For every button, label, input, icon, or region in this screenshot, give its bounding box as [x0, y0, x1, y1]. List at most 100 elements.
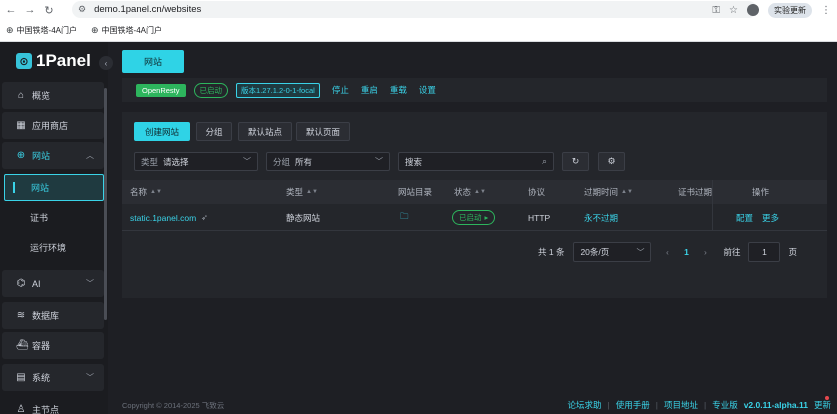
forum-link[interactable]: 论坛求助 [567, 399, 601, 411]
chevron-down-icon: ﹀ [636, 247, 645, 257]
play-icon: ▸ [484, 213, 489, 222]
key-icon[interactable]: ⚿ [712, 5, 720, 16]
app-logo: ⊙ 1Panel [16, 50, 91, 72]
running-toggle[interactable]: 已启动 ▸ [452, 210, 496, 225]
menu-icon[interactable]: ⋮ [821, 5, 831, 16]
website-type: 静态网站 [286, 212, 321, 223]
address-bar[interactable]: ⚙ demo.1panel.cn/websites [72, 1, 757, 18]
version-badge: 版本1.27.1.2-0-1-focal [236, 82, 320, 98]
next-page-icon[interactable]: › [695, 247, 715, 257]
bookmark-item[interactable]: ⊕ 中国铁塔-4A门户 [91, 25, 162, 36]
database-icon: ≋ [16, 310, 26, 321]
chevron-down-icon: ﹀ [243, 157, 251, 166]
sidebar: ⊙ 1Panel ⌂ 概览 ▦ 应用商店 ⊕ 网站 ︿ 网站 证书 运行环境 ⌬… [0, 42, 108, 414]
expire-link[interactable]: 永不过期 [584, 204, 618, 231]
page-size-select[interactable]: 20条/页 ﹀ [573, 242, 652, 262]
page-suffix: 页 [788, 247, 797, 257]
configure-link[interactable]: 配置 [736, 212, 753, 224]
openresty-badge: OpenResty [136, 83, 186, 97]
column-header-type[interactable]: 类型 ▲▼ [286, 180, 318, 204]
group-button[interactable]: 分组 [196, 122, 232, 141]
sidebar-item-ai[interactable]: ⌬ AI ﹀ [2, 270, 104, 297]
create-website-button[interactable]: 创建网站 [134, 122, 190, 141]
footer-links: 论坛求助 | 使用手册 | 项目地址 | 专业版 v2.0.11-alpha.1… [567, 396, 831, 411]
version-text: v2.0.11-alpha.11 [743, 400, 808, 410]
more-link[interactable]: 更多 [762, 212, 779, 224]
default-site-button[interactable]: 默认站点 [238, 122, 292, 141]
refresh-button[interactable]: ↻ [562, 152, 589, 171]
browser-update-button[interactable]: 实验更新 [768, 2, 812, 18]
pro-link[interactable]: 专业版 [712, 399, 738, 411]
project-link[interactable]: 项目地址 [664, 399, 698, 411]
search-input[interactable]: 搜索 ⌕ [398, 152, 554, 171]
sidebar-subitem-websites[interactable]: 网站 [4, 174, 104, 201]
home-icon: ⌂ [17, 90, 25, 101]
sort-icon: ▲▼ [306, 189, 318, 195]
sidebar-subitem-runtime[interactable]: 运行环境 [2, 234, 104, 261]
column-header-name[interactable]: 名称 ▲▼ [130, 180, 162, 204]
sidebar-item-database[interactable]: ≋ 数据库 [2, 302, 104, 329]
chevron-down-icon: ﹀ [86, 373, 94, 382]
protocol-cell: HTTP [528, 212, 551, 223]
settings-link[interactable]: 设置 [419, 84, 436, 96]
folder-icon[interactable]: 🗀 [400, 204, 409, 231]
globe-icon: ⊕ [6, 25, 14, 35]
chevron-up-icon: ︿ [86, 151, 94, 160]
goto-page-input[interactable]: 1 [748, 242, 781, 262]
table-settings-button[interactable]: ⚙ [598, 152, 625, 171]
collapse-sidebar-icon[interactable]: ‹ [99, 56, 113, 70]
group-select[interactable]: 分组 所有 ﹀ [266, 152, 390, 171]
website-name-link[interactable]: static.1panel.com ➶ [130, 204, 208, 231]
star-icon[interactable]: ☆ [729, 5, 738, 16]
restart-link[interactable]: 重启 [361, 84, 378, 96]
refresh-icon: ↻ [571, 156, 580, 166]
globe-icon: ⊕ [16, 150, 26, 161]
pagination: 共 1 条 20条/页 ﹀ ‹ 1 › 前往 1 页 [538, 242, 797, 262]
column-header-cert-expire: 证书过期 [678, 187, 713, 197]
column-header-expire[interactable]: 过期时间 ▲▼ [584, 180, 633, 204]
sidebar-item-master-node[interactable]: ♙ 主节点 [2, 396, 104, 414]
send-icon[interactable]: ➶ [201, 213, 208, 222]
stop-link[interactable]: 停止 [332, 84, 349, 96]
copyright-text: Copyright © 2014-2025 飞致云 [122, 400, 225, 410]
profile-avatar[interactable] [747, 4, 759, 16]
globe-icon: ⊕ [91, 25, 99, 35]
column-header-directory: 网站目录 [398, 187, 433, 197]
total-count: 共 1 条 [538, 247, 565, 257]
sidebar-item-container[interactable]: ⛴ 容器 [2, 332, 104, 359]
site-settings-icon[interactable]: ⚙ [78, 4, 86, 15]
sidebar-item-app-store[interactable]: ▦ 应用商店 [2, 112, 104, 139]
current-page[interactable]: 1 [677, 247, 695, 257]
chevron-down-icon: ﹀ [86, 279, 94, 288]
prev-page-icon[interactable]: ‹ [657, 247, 677, 257]
robot-icon: ⌬ [16, 278, 26, 289]
tab-websites[interactable]: 网站 [122, 50, 184, 73]
goto-label: 前往 [723, 247, 741, 257]
sidebar-item-overview[interactable]: ⌂ 概览 [2, 82, 104, 109]
url-text: demo.1panel.cn/websites [94, 4, 202, 15]
sort-icon: ▲▼ [621, 189, 633, 195]
user-icon: ♙ [16, 404, 26, 414]
manual-link[interactable]: 使用手册 [616, 399, 650, 411]
status-badge: 已启动 [193, 82, 229, 98]
default-page-button[interactable]: 默认页面 [296, 122, 350, 141]
sidebar-subitem-certificates[interactable]: 证书 [2, 204, 104, 231]
column-header-status[interactable]: 状态 ▲▼ [454, 180, 486, 204]
reload-link[interactable]: 重载 [390, 84, 407, 96]
sidebar-item-websites[interactable]: ⊕ 网站 ︿ [2, 142, 104, 169]
openresty-status-bar: OpenResty 已启动 版本1.27.1.2-0-1-focal 停止 重启… [122, 78, 827, 102]
update-link[interactable]: 更新 [814, 396, 831, 411]
forward-icon[interactable]: → [22, 2, 38, 18]
websites-panel: 创建网站 分组 默认站点 默认页面 类型 请选择 ﹀ 分组 所有 ﹀ 搜索 ⌕ … [122, 112, 827, 298]
bookmark-item[interactable]: ⊕ 中国铁塔-4A门户 [6, 25, 77, 36]
back-icon[interactable]: ← [3, 2, 19, 18]
search-icon[interactable]: ⌕ [542, 156, 547, 167]
sidebar-item-system[interactable]: ▤ 系统 ﹀ [2, 364, 104, 391]
main-content: 网站 OpenResty 已启动 版本1.27.1.2-0-1-focal 停止… [108, 42, 837, 414]
sidebar-scrollbar[interactable] [104, 88, 107, 320]
chevron-down-icon: ﹀ [375, 157, 383, 166]
bookmarks-bar: ⊕ 中国铁塔-4A门户 ⊕ 中国铁塔-4A门户 [0, 20, 837, 42]
reload-icon[interactable]: ↻ [41, 2, 57, 18]
gear-icon: ⚙ [607, 156, 616, 166]
type-select[interactable]: 类型 请选择 ﹀ [134, 152, 258, 171]
